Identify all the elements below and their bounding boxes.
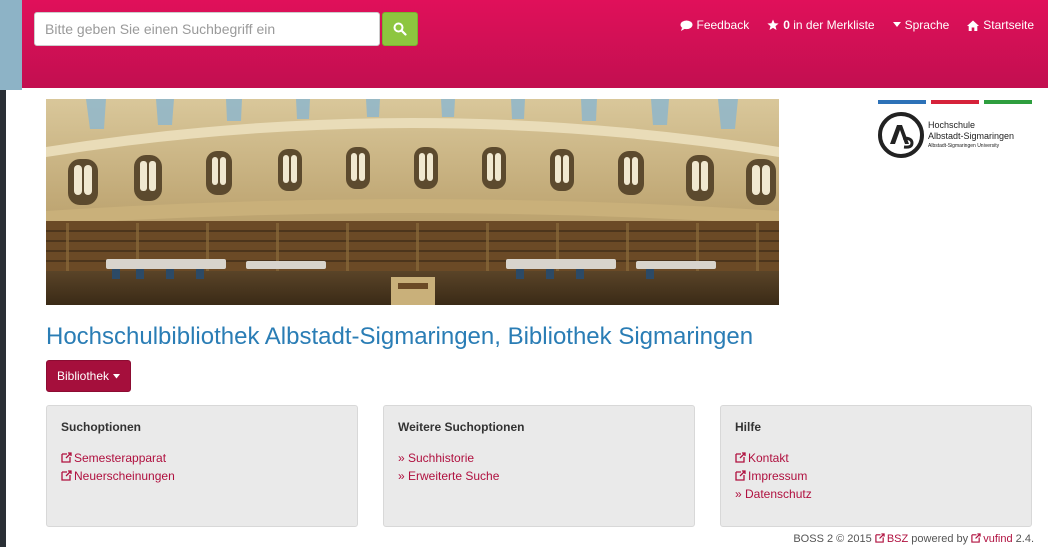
search-icon	[393, 22, 407, 36]
panel-title: Weitere Suchoptionen	[398, 420, 525, 434]
merkliste-link[interactable]: 0 in der Merkliste	[767, 18, 875, 32]
feedback-link[interactable]: Feedback	[680, 18, 750, 32]
vufind-link[interactable]: vufind	[971, 533, 1013, 545]
panel-title: Hilfe	[735, 420, 762, 434]
external-link-icon	[61, 452, 72, 463]
logo-line-3: Albstadt-Sigmaringen University	[928, 143, 1000, 149]
search-input[interactable]	[34, 12, 380, 46]
external-link-icon	[875, 533, 885, 543]
panel-title: Suchoptionen	[61, 420, 141, 434]
semesterapparat-link[interactable]: Semesterapparat	[61, 451, 166, 465]
hs-emblem-icon	[878, 112, 924, 158]
bibliothek-label: Bibliothek	[56, 369, 110, 383]
footer: BOSS 2 © 2015 BSZ powered by vufind 2.4.	[793, 533, 1034, 545]
panel-hilfe: Hilfe Kontakt Impressum » Datenschutz	[720, 405, 1032, 527]
feedback-label: Feedback	[696, 18, 750, 32]
merkliste-label: in der Merkliste	[789, 18, 875, 32]
top-nav: Feedback 0 in der Merkliste Sprache Star…	[680, 18, 1034, 32]
logo-color-bars	[878, 100, 1034, 104]
impressum-link[interactable]: Impressum	[735, 469, 807, 483]
left-gutter-top	[0, 0, 22, 90]
footer-suffix: 2.4.	[1012, 533, 1034, 545]
star-icon	[767, 19, 779, 30]
left-gutter-bottom	[0, 90, 6, 547]
external-link-icon	[735, 452, 746, 463]
datenschutz-link[interactable]: » Datenschutz	[735, 487, 812, 501]
home-icon	[967, 20, 980, 31]
university-logo: Hochschule Albstadt-Sigmaringen Albstadt…	[878, 100, 1034, 164]
language-label: Sprache	[904, 18, 950, 32]
caret-down-icon	[113, 373, 121, 378]
merkliste-count: 0	[783, 18, 790, 32]
external-link-icon	[971, 533, 981, 543]
neuerscheinungen-link[interactable]: Neuerscheinungen	[61, 469, 175, 483]
external-link-icon	[61, 470, 72, 481]
panel-suchoptionen: Suchoptionen Semesterapparat Neuerschein…	[46, 405, 358, 527]
logo-line-1: Hochschule	[928, 120, 976, 130]
home-label: Startseite	[983, 18, 1034, 32]
suchhistorie-link[interactable]: » Suchhistorie	[398, 451, 474, 465]
bibliothek-dropdown-button[interactable]: Bibliothek	[46, 360, 131, 392]
search-button[interactable]	[382, 12, 418, 46]
language-dropdown[interactable]: Sprache	[892, 18, 950, 32]
library-banner-image	[46, 99, 779, 305]
header-bar: Feedback 0 in der Merkliste Sprache Star…	[22, 0, 1048, 88]
page-title: Hochschulbibliothek Albstadt-Sigmaringen…	[46, 323, 754, 350]
panel-weitere-suchoptionen: Weitere Suchoptionen » Suchhistorie » Er…	[383, 405, 695, 527]
bsz-link[interactable]: BSZ	[875, 533, 908, 545]
logo-line-2: Albstadt-Sigmaringen	[928, 131, 1015, 141]
footer-middle: powered by	[908, 533, 972, 545]
kontakt-link[interactable]: Kontakt	[735, 451, 789, 465]
comment-icon	[680, 20, 692, 31]
home-link[interactable]: Startseite	[967, 18, 1034, 32]
caret-down-icon	[892, 22, 901, 27]
erweiterte-suche-link[interactable]: » Erweiterte Suche	[398, 469, 499, 483]
external-link-icon	[735, 470, 746, 481]
footer-prefix: BOSS 2 © 2015	[793, 533, 875, 545]
